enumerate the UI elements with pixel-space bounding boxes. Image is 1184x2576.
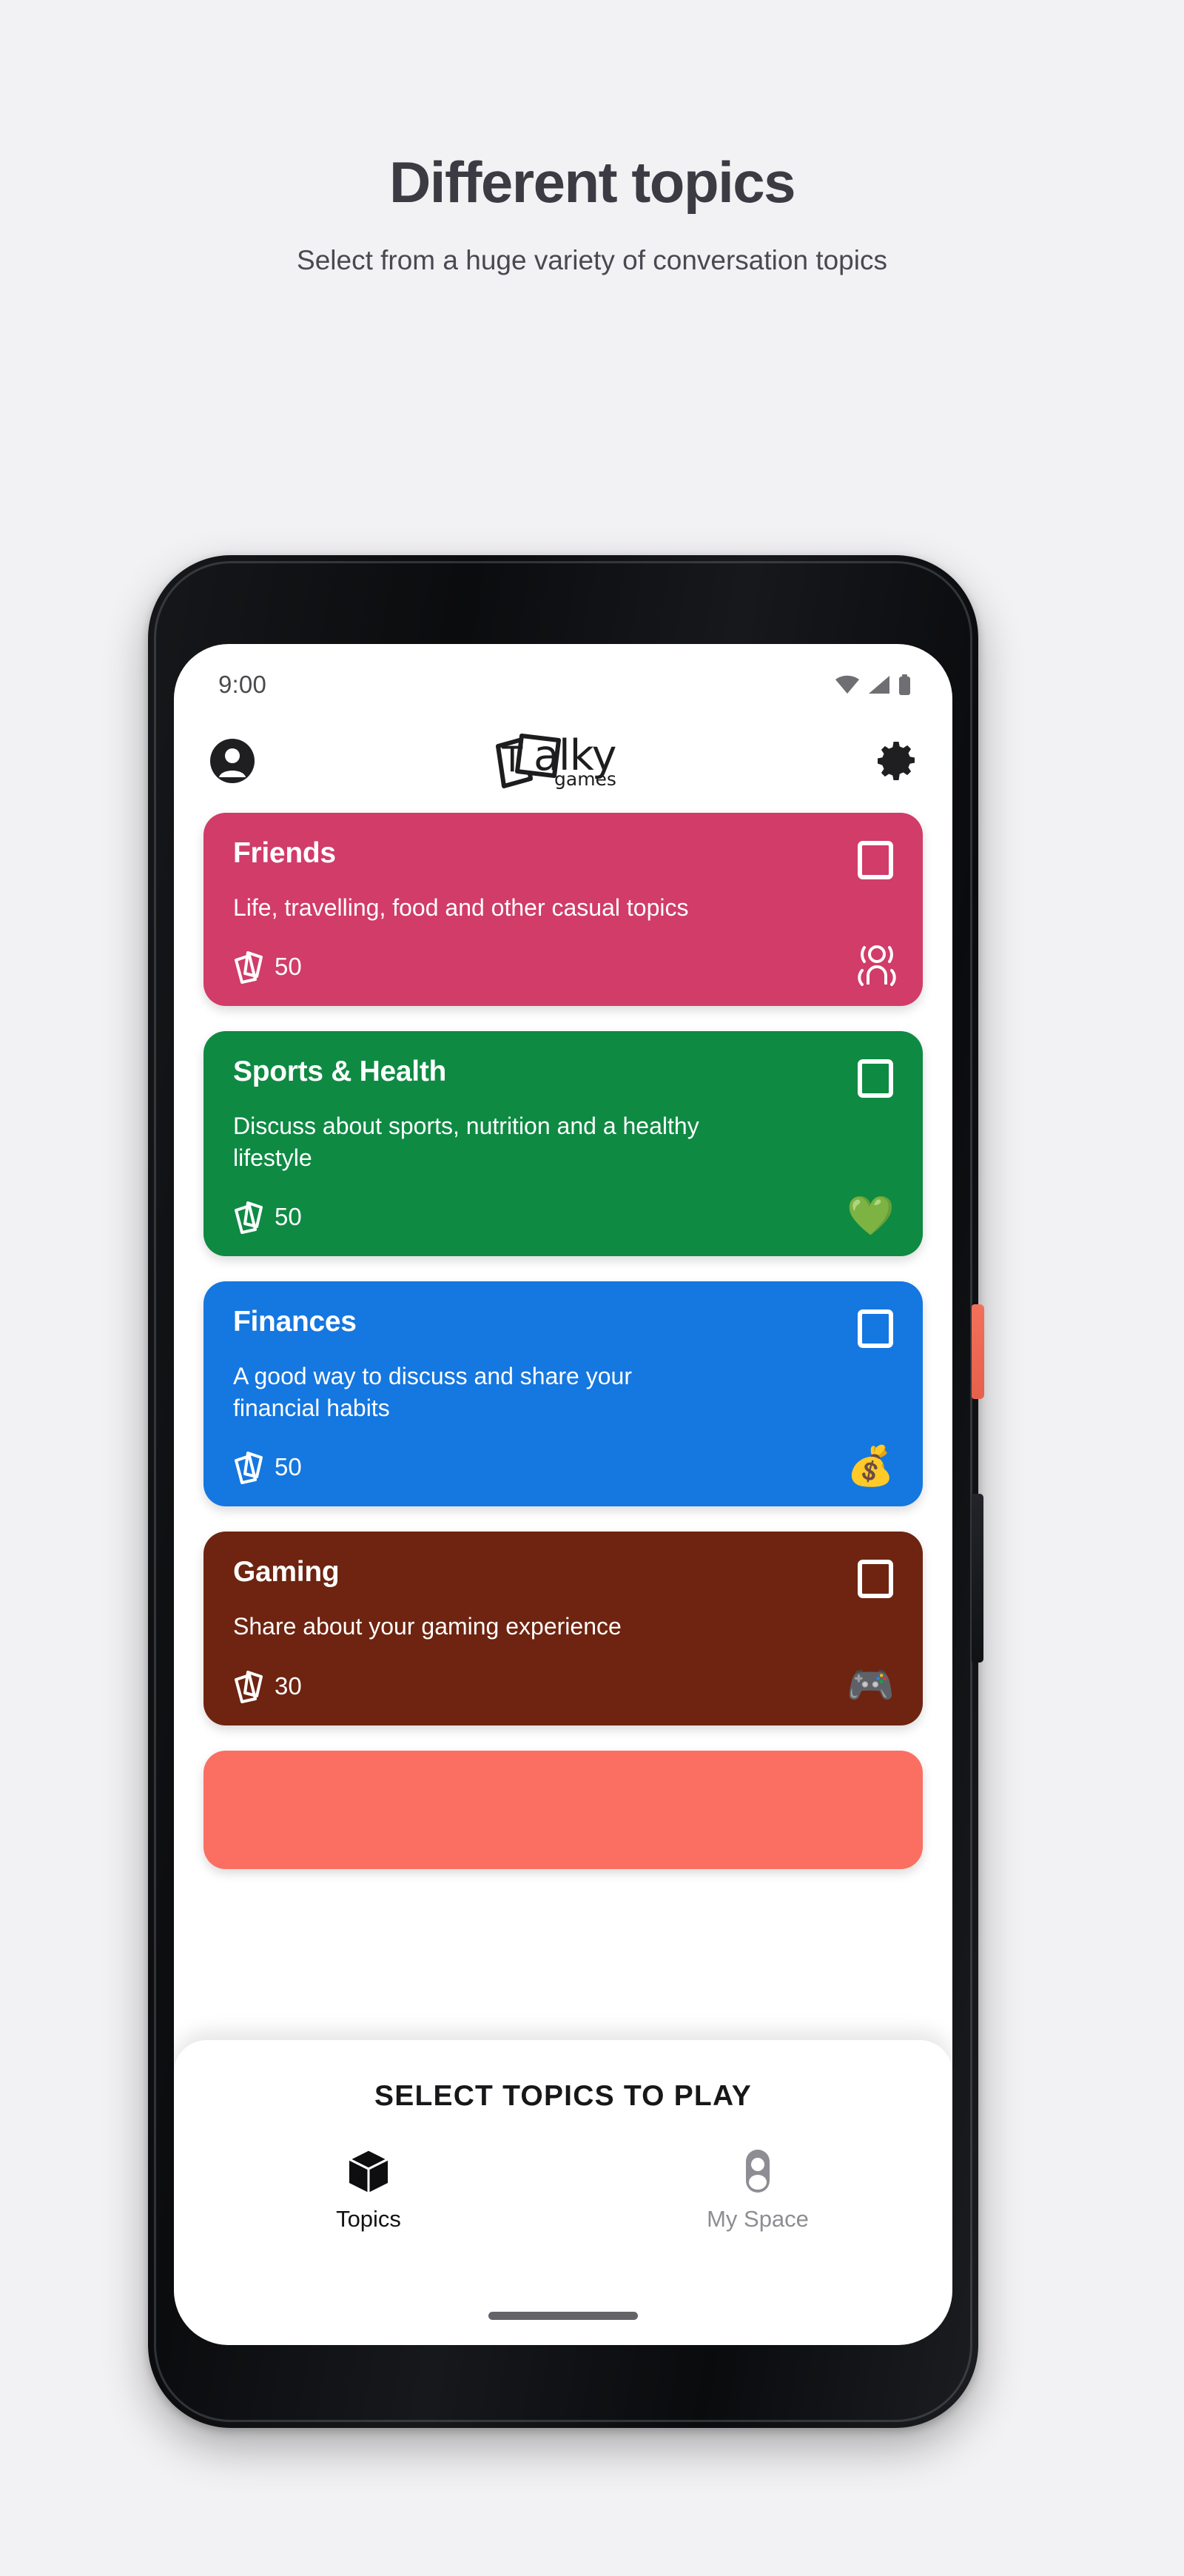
- app-bar: alky games T: [174, 712, 952, 810]
- topics-list[interactable]: Friends Life, travelling, food and other…: [174, 810, 952, 2110]
- volume-rocker[interactable]: [972, 1494, 983, 1663]
- green-heart-pulse-emoji: 💚: [847, 1195, 895, 1238]
- topic-card-count-value: 50: [275, 1203, 302, 1231]
- wifi-icon: [835, 675, 860, 694]
- home-indicator[interactable]: [488, 2312, 638, 2320]
- topic-card-footer: 50: [233, 1173, 893, 1235]
- gear-icon[interactable]: [875, 740, 917, 782]
- phone-screen: 9:00 alky games T Friends Life, travelli…: [174, 644, 952, 2345]
- video-game-controller-emoji: 🎮: [847, 1663, 895, 1707]
- topic-card-count: 50: [233, 950, 302, 985]
- topic-card[interactable]: Gaming Share about your gaming experienc…: [204, 1532, 923, 1725]
- nav-item-my-space-label: My Space: [707, 2206, 809, 2232]
- topic-card-count-value: 50: [275, 953, 302, 981]
- card-stack-icon: [233, 1669, 264, 1703]
- topic-card[interactable]: Friends Life, travelling, food and other…: [204, 813, 923, 1007]
- next-topic-card-peek[interactable]: [204, 1750, 923, 1869]
- topic-card[interactable]: Finances A good way to discuss and share…: [204, 1281, 923, 1507]
- page-title: Different topics: [388, 150, 796, 215]
- power-button[interactable]: [972, 1304, 984, 1399]
- card-stack-icon: [233, 1450, 264, 1485]
- bottom-sheet-title: SELECT TOPICS TO PLAY: [374, 2080, 752, 2112]
- topic-card-footer: 50: [233, 923, 893, 985]
- card-stack-icon: [233, 950, 264, 985]
- status-icons: [835, 674, 911, 695]
- nav-item-my-space[interactable]: My Space: [563, 2148, 952, 2233]
- bottom-sheet: SELECT TOPICS TO PLAY Topics My Space: [174, 2040, 952, 2345]
- status-bar: 9:00: [174, 644, 952, 712]
- battery-icon: [898, 674, 911, 695]
- topic-title: Friends: [233, 837, 336, 869]
- topic-card-count: 30: [233, 1669, 302, 1703]
- checkbox-unchecked-icon[interactable]: [858, 1309, 893, 1349]
- app-logo: alky games T: [255, 725, 875, 796]
- topic-title: Gaming: [233, 1556, 340, 1589]
- checkbox-unchecked-icon[interactable]: [858, 1560, 893, 1599]
- bottom-navigation-bar: Topics My Space: [174, 2148, 952, 2233]
- cube-icon: [347, 2148, 390, 2194]
- topic-card-footer: 30: [233, 1643, 893, 1703]
- topic-card-count: 50: [233, 1450, 302, 1485]
- phone-mockup: 9:00 alky games T Friends Life, travelli…: [148, 555, 1036, 2428]
- app-logo-tagline: games: [554, 768, 616, 790]
- account-circle-icon[interactable]: [209, 738, 255, 784]
- topic-card-count-value: 50: [275, 1453, 302, 1481]
- money-bag-emoji: 💰: [847, 1445, 895, 1489]
- card-stack-icon: [233, 1200, 264, 1235]
- topic-description: Share about your gaming experience: [233, 1613, 622, 1640]
- topic-title: Finances: [233, 1306, 357, 1338]
- page-subtitle: Select from a huge variety of conversati…: [297, 244, 887, 275]
- promo-screenshot-page: Different topics Select from a huge vari…: [0, 0, 1184, 2576]
- checkbox-unchecked-icon[interactable]: [858, 841, 893, 879]
- people-outline-icon: [856, 944, 898, 987]
- topic-card-footer: 50: [233, 1423, 893, 1485]
- topic-card-count-value: 30: [275, 1671, 302, 1700]
- nav-item-topics[interactable]: Topics: [174, 2148, 563, 2233]
- topic-description: Life, travelling, food and other casual …: [233, 893, 689, 921]
- promo-header: Different topics Select from a huge vari…: [0, 0, 1184, 280]
- topic-card-count: 50: [233, 1200, 302, 1235]
- topic-card[interactable]: Sports & Health Discuss about sports, nu…: [204, 1031, 923, 1257]
- topic-description: A good way to discuss and share your fin…: [233, 1363, 632, 1421]
- status-time: 9:00: [218, 671, 267, 698]
- cellular-signal-icon: [868, 675, 890, 694]
- nav-item-topics-label: Topics: [336, 2206, 401, 2232]
- checkbox-unchecked-icon[interactable]: [858, 1059, 893, 1099]
- topic-title: Sports & Health: [233, 1056, 447, 1088]
- app-logo-letter: T: [501, 738, 524, 779]
- topic-description: Discuss about sports, nutrition and a he…: [233, 1113, 699, 1171]
- person-icon: [736, 2148, 779, 2194]
